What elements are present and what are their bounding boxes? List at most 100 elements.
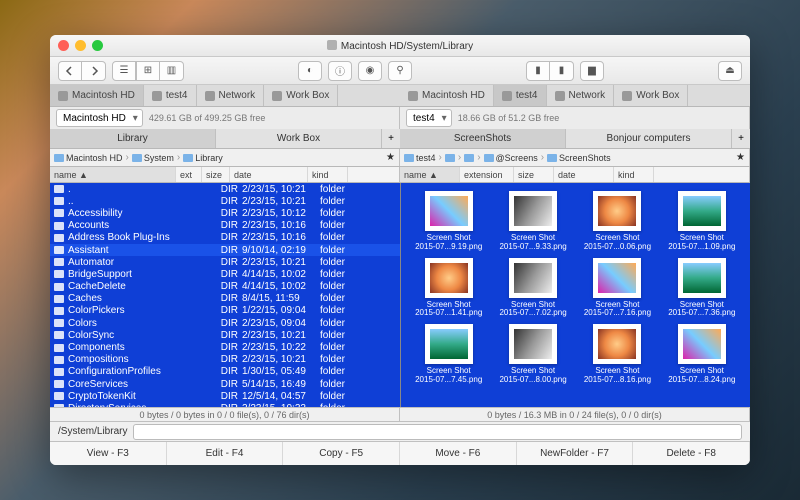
column-header[interactable]: size — [202, 167, 230, 182]
list-item[interactable]: .DIR2/23/15, 10:21folder — [50, 183, 400, 195]
thumbnail-label: Screen Shot2015-07...9.33.png — [499, 234, 566, 252]
eject-button[interactable]: ⏏ — [718, 61, 742, 81]
favorite-icon[interactable]: ★ — [386, 152, 395, 163]
breadcrumb-item[interactable]: › — [464, 152, 481, 163]
icon-pane-right[interactable]: Screen Shot2015-07...9.19.pngScreen Shot… — [401, 183, 751, 407]
list-item[interactable]: ComponentsDIR2/23/15, 10:22folder — [50, 341, 400, 353]
location-tab[interactable]: Work Box — [614, 85, 688, 106]
drive-select-left[interactable]: Macintosh HD — [56, 109, 143, 127]
list-item[interactable]: ColorPickersDIR1/22/15, 09:04folder — [50, 305, 400, 317]
fn-key[interactable]: View - F3 — [50, 442, 167, 465]
list-item[interactable]: ..DIR2/23/15, 10:21folder — [50, 195, 400, 207]
list-item[interactable]: AssistantDIR9/10/14, 02:19folder — [50, 244, 400, 256]
close-icon[interactable] — [58, 40, 69, 51]
breadcrumb-item[interactable]: System› — [132, 152, 181, 163]
favorite-icon[interactable]: ★ — [736, 152, 745, 163]
list-item[interactable]: Address Book Plug-InsDIR2/23/15, 10:16fo… — [50, 232, 400, 244]
breadcrumb-item[interactable]: @Screens› — [484, 152, 546, 163]
column-header[interactable]: ext — [176, 167, 202, 182]
folder-tab[interactable]: Bonjour computers — [566, 129, 732, 148]
view-column-button[interactable]: ▥ — [160, 61, 184, 81]
list-item[interactable]: AccountsDIR2/23/15, 10:16folder — [50, 220, 400, 232]
fn-key[interactable]: Delete - F8 — [633, 442, 750, 465]
fn-key[interactable]: NewFolder - F7 — [517, 442, 634, 465]
folder-tab[interactable]: Work Box — [216, 129, 382, 148]
fn-key[interactable]: Edit - F4 — [167, 442, 284, 465]
path-input[interactable] — [133, 424, 742, 440]
folder-icon — [54, 404, 64, 407]
location-tab[interactable]: Network — [197, 85, 265, 106]
thumbnail-label: Screen Shot2015-07...8.16.png — [584, 367, 651, 385]
list-pane-left[interactable]: .DIR2/23/15, 10:21folder..DIR2/23/15, 10… — [50, 183, 401, 407]
list-item[interactable]: DirectoryServicesDIR2/23/15, 10:22folder — [50, 402, 400, 407]
thumbnail-item[interactable]: Screen Shot2015-07...7.16.png — [577, 258, 657, 319]
add-tab-button[interactable]: + — [732, 129, 750, 148]
list-item[interactable]: CoreServicesDIR5/14/15, 16:49folder — [50, 378, 400, 390]
list-item[interactable]: BridgeSupportDIR4/14/15, 10:02folder — [50, 268, 400, 280]
thumbnail-item[interactable]: Screen Shot2015-07...8.24.png — [662, 324, 742, 385]
thumbnail-item[interactable]: Screen Shot2015-07...8.00.png — [493, 324, 573, 385]
location-tab[interactable]: test4 — [144, 85, 197, 106]
forward-button[interactable] — [82, 61, 106, 81]
list-item[interactable]: CryptoTokenKitDIR12/5/14, 04:57folder — [50, 390, 400, 402]
search-button[interactable]: ⚲ — [388, 61, 412, 81]
thumbnail-item[interactable]: Screen Shot2015-07...1.41.png — [409, 258, 489, 319]
folder-button[interactable]: ▆ — [580, 61, 604, 81]
pane-left-button[interactable]: ▮ — [526, 61, 550, 81]
thumbnail-item[interactable]: Screen Shot2015-07...7.36.png — [662, 258, 742, 319]
list-item[interactable]: ColorSyncDIR2/23/15, 10:21folder — [50, 329, 400, 341]
fn-key[interactable]: Copy - F5 — [283, 442, 400, 465]
thumbnail-item[interactable]: Screen Shot2015-07...0.06.png — [577, 191, 657, 252]
minimize-icon[interactable] — [75, 40, 86, 51]
folder-tab[interactable]: Library — [50, 129, 216, 148]
info-button[interactable]: ⓘ — [328, 61, 352, 81]
column-header[interactable]: kind — [614, 167, 654, 182]
list-item[interactable]: CompositionsDIR2/23/15, 10:21folder — [50, 354, 400, 366]
back-button[interactable] — [58, 61, 82, 81]
list-item[interactable]: AutomatorDIR2/23/15, 10:21folder — [50, 256, 400, 268]
location-tab[interactable]: Macintosh HD — [400, 85, 494, 106]
column-header[interactable]: kind — [308, 167, 348, 182]
breadcrumb-item[interactable]: Macintosh HD› — [54, 152, 130, 163]
thumbnail-image — [425, 258, 473, 298]
list-item[interactable]: CachesDIR8/4/15, 11:59folder — [50, 293, 400, 305]
toggle-button[interactable]: ◐ — [298, 61, 322, 81]
thumbnail-item[interactable]: Screen Shot2015-07...7.02.png — [493, 258, 573, 319]
thumbnail-item[interactable]: Screen Shot2015-07...1.09.png — [662, 191, 742, 252]
column-header[interactable]: name ▲ — [400, 167, 460, 182]
thumbnail-item[interactable]: Screen Shot2015-07...9.19.png — [409, 191, 489, 252]
thumbnail-item[interactable]: Screen Shot2015-07...8.16.png — [577, 324, 657, 385]
location-tab[interactable]: Network — [547, 85, 615, 106]
column-header[interactable]: size — [514, 167, 554, 182]
list-item[interactable]: ColorsDIR2/23/15, 09:04folder — [50, 317, 400, 329]
list-item[interactable]: AccessibilityDIR2/23/15, 10:12folder — [50, 207, 400, 219]
zoom-icon[interactable] — [92, 40, 103, 51]
pane-right-button[interactable]: ▮ — [550, 61, 574, 81]
folder-tab[interactable]: ScreenShots — [400, 129, 566, 148]
column-header[interactable]: date — [230, 167, 308, 182]
location-tab[interactable]: Work Box — [264, 85, 338, 106]
list-item[interactable]: ConfigurationProfilesDIR1/30/15, 05:49fo… — [50, 366, 400, 378]
column-header[interactable]: date — [554, 167, 614, 182]
drive-icon — [502, 91, 512, 101]
fn-key[interactable]: Move - F6 — [400, 442, 517, 465]
breadcrumb-item[interactable]: test4› — [404, 152, 443, 163]
view-icon-button[interactable]: ⊞ — [136, 61, 160, 81]
thumbnail-item[interactable]: Screen Shot2015-07...9.33.png — [493, 191, 573, 252]
view-list-button[interactable]: ☰ — [112, 61, 136, 81]
add-tab-button[interactable]: + — [382, 129, 400, 148]
breadcrumb-item[interactable]: Library — [183, 153, 223, 163]
breadcrumb-item[interactable]: ScreenShots — [547, 153, 611, 163]
titlebar[interactable]: Macintosh HD/System/Library — [50, 35, 750, 57]
thumbnail-label: Screen Shot2015-07...7.36.png — [668, 301, 735, 319]
breadcrumb-item[interactable]: › — [445, 152, 462, 163]
column-header[interactable]: extension — [460, 167, 514, 182]
quicklook-button[interactable]: ◉ — [358, 61, 382, 81]
column-header[interactable]: name ▲ — [50, 167, 176, 182]
thumbnail-item[interactable]: Screen Shot2015-07...7.45.png — [409, 324, 489, 385]
app-window: Macintosh HD/System/Library ☰ ⊞ ▥ ◐ ⓘ ◉ … — [50, 35, 750, 465]
location-tab[interactable]: test4 — [494, 85, 547, 106]
drive-select-right[interactable]: test4 — [406, 109, 452, 127]
list-item[interactable]: CacheDeleteDIR4/14/15, 10:02folder — [50, 281, 400, 293]
location-tab[interactable]: Macintosh HD — [50, 85, 144, 106]
